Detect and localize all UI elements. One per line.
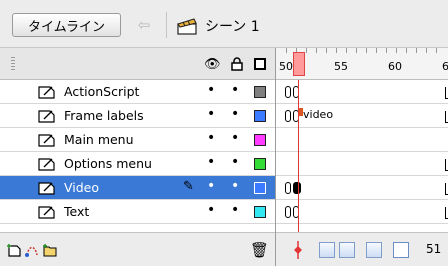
lock-dot[interactable]: • <box>231 178 239 194</box>
timeline-tab-label: タイムライン <box>27 19 106 35</box>
keyframe[interactable] <box>285 110 291 122</box>
lock-dot[interactable]: • <box>231 202 239 218</box>
ruler-label: 60 <box>388 60 402 73</box>
timeline-footer: 51 <box>276 232 448 266</box>
layer-color-swatch[interactable] <box>254 110 266 122</box>
timeline-toolbar: タイムライン ⇦ シーン 1 <box>0 0 448 48</box>
lock-dot[interactable]: • <box>231 82 239 98</box>
layer-color-swatch[interactable] <box>254 182 266 194</box>
scene-label[interactable]: シーン 1 <box>205 16 260 36</box>
layer-name: Text <box>64 204 90 219</box>
layer-icon <box>38 110 55 123</box>
timeline-tab[interactable]: タイムライン <box>12 13 121 37</box>
layer-row-video[interactable]: Video ✎ • • <box>0 176 275 200</box>
frame-row[interactable] <box>276 80 448 104</box>
frame-row[interactable] <box>276 176 448 200</box>
layer-row-actionscript[interactable]: ActionScript • • <box>0 80 275 104</box>
lock-icon[interactable] <box>231 57 243 71</box>
resize-grip[interactable] <box>11 57 15 71</box>
layer-header: 👁 <box>0 48 275 80</box>
visibility-dot[interactable]: • <box>207 82 215 98</box>
frame-grid[interactable]: video <box>276 80 448 233</box>
clapperboard-icon <box>177 18 197 35</box>
frame-ruler[interactable]: 50 55 60 6 <box>276 48 448 80</box>
frame-row[interactable]: video <box>276 104 448 128</box>
toolbar-divider <box>166 12 167 38</box>
layer-row-frame-labels[interactable]: Frame labels • • <box>0 104 275 128</box>
edit-multiple-frames-icon[interactable] <box>366 242 382 258</box>
layer-name: Video <box>64 180 100 195</box>
frame-row[interactable] <box>276 152 448 176</box>
keyframe[interactable] <box>285 206 291 218</box>
visibility-dot[interactable]: • <box>207 178 215 194</box>
outline-square-icon[interactable] <box>254 58 266 70</box>
visibility-dot[interactable]: • <box>207 106 215 122</box>
layer-row-text[interactable]: Text • • <box>0 200 275 224</box>
layer-footer: 🗑 <box>0 232 275 266</box>
pencil-icon: ✎ <box>183 179 194 194</box>
layer-row-options-menu[interactable]: Options menu • • <box>0 152 275 176</box>
add-motion-guide-icon[interactable] <box>24 242 40 258</box>
visibility-dot[interactable]: • <box>207 202 215 218</box>
lock-dot[interactable]: • <box>231 154 239 170</box>
layer-icon <box>38 158 55 171</box>
layer-color-swatch[interactable] <box>254 86 266 98</box>
layer-name: Main menu <box>64 132 134 147</box>
layer-name: Frame labels <box>64 108 144 123</box>
frame-label-text: video <box>303 108 334 121</box>
add-folder-icon[interactable] <box>42 242 58 258</box>
ruler-label: 55 <box>334 60 348 73</box>
layer-icon <box>38 182 55 195</box>
layer-row-main-menu[interactable]: Main menu • • <box>0 128 275 152</box>
frame-row[interactable] <box>276 128 448 152</box>
add-layer-icon[interactable] <box>6 242 22 258</box>
modify-onion-markers-icon[interactable] <box>393 242 409 258</box>
onion-skin-icon[interactable] <box>319 242 335 258</box>
keyframe-filled[interactable] <box>293 182 301 194</box>
layer-name: ActionScript <box>64 84 140 99</box>
current-frame-number: 51 <box>426 242 442 256</box>
playhead-handle[interactable] <box>293 52 305 76</box>
layer-name: Options menu <box>64 156 152 171</box>
trash-icon[interactable]: 🗑 <box>250 241 269 259</box>
ruler-label: 6 <box>442 60 448 73</box>
left-arrow-icon[interactable]: ⇦ <box>133 15 155 35</box>
eye-icon[interactable]: 👁 <box>204 57 221 72</box>
layer-color-swatch[interactable] <box>254 206 266 218</box>
keyframe[interactable] <box>285 182 291 194</box>
lock-dot[interactable]: • <box>231 130 239 146</box>
visibility-dot[interactable]: • <box>207 154 215 170</box>
layer-icon <box>38 206 55 219</box>
keyframe[interactable] <box>285 86 291 98</box>
center-frame-icon[interactable] <box>291 241 305 259</box>
layer-icon <box>38 86 55 99</box>
visibility-dot[interactable]: • <box>207 130 215 146</box>
layer-color-swatch[interactable] <box>254 158 266 170</box>
layer-icon <box>38 134 55 147</box>
frame-row[interactable] <box>276 200 448 224</box>
layer-color-swatch[interactable] <box>254 134 266 146</box>
ruler-label: 50 <box>279 60 293 73</box>
lock-dot[interactable]: • <box>231 106 239 122</box>
onion-skin-outlines-icon[interactable] <box>339 242 355 258</box>
